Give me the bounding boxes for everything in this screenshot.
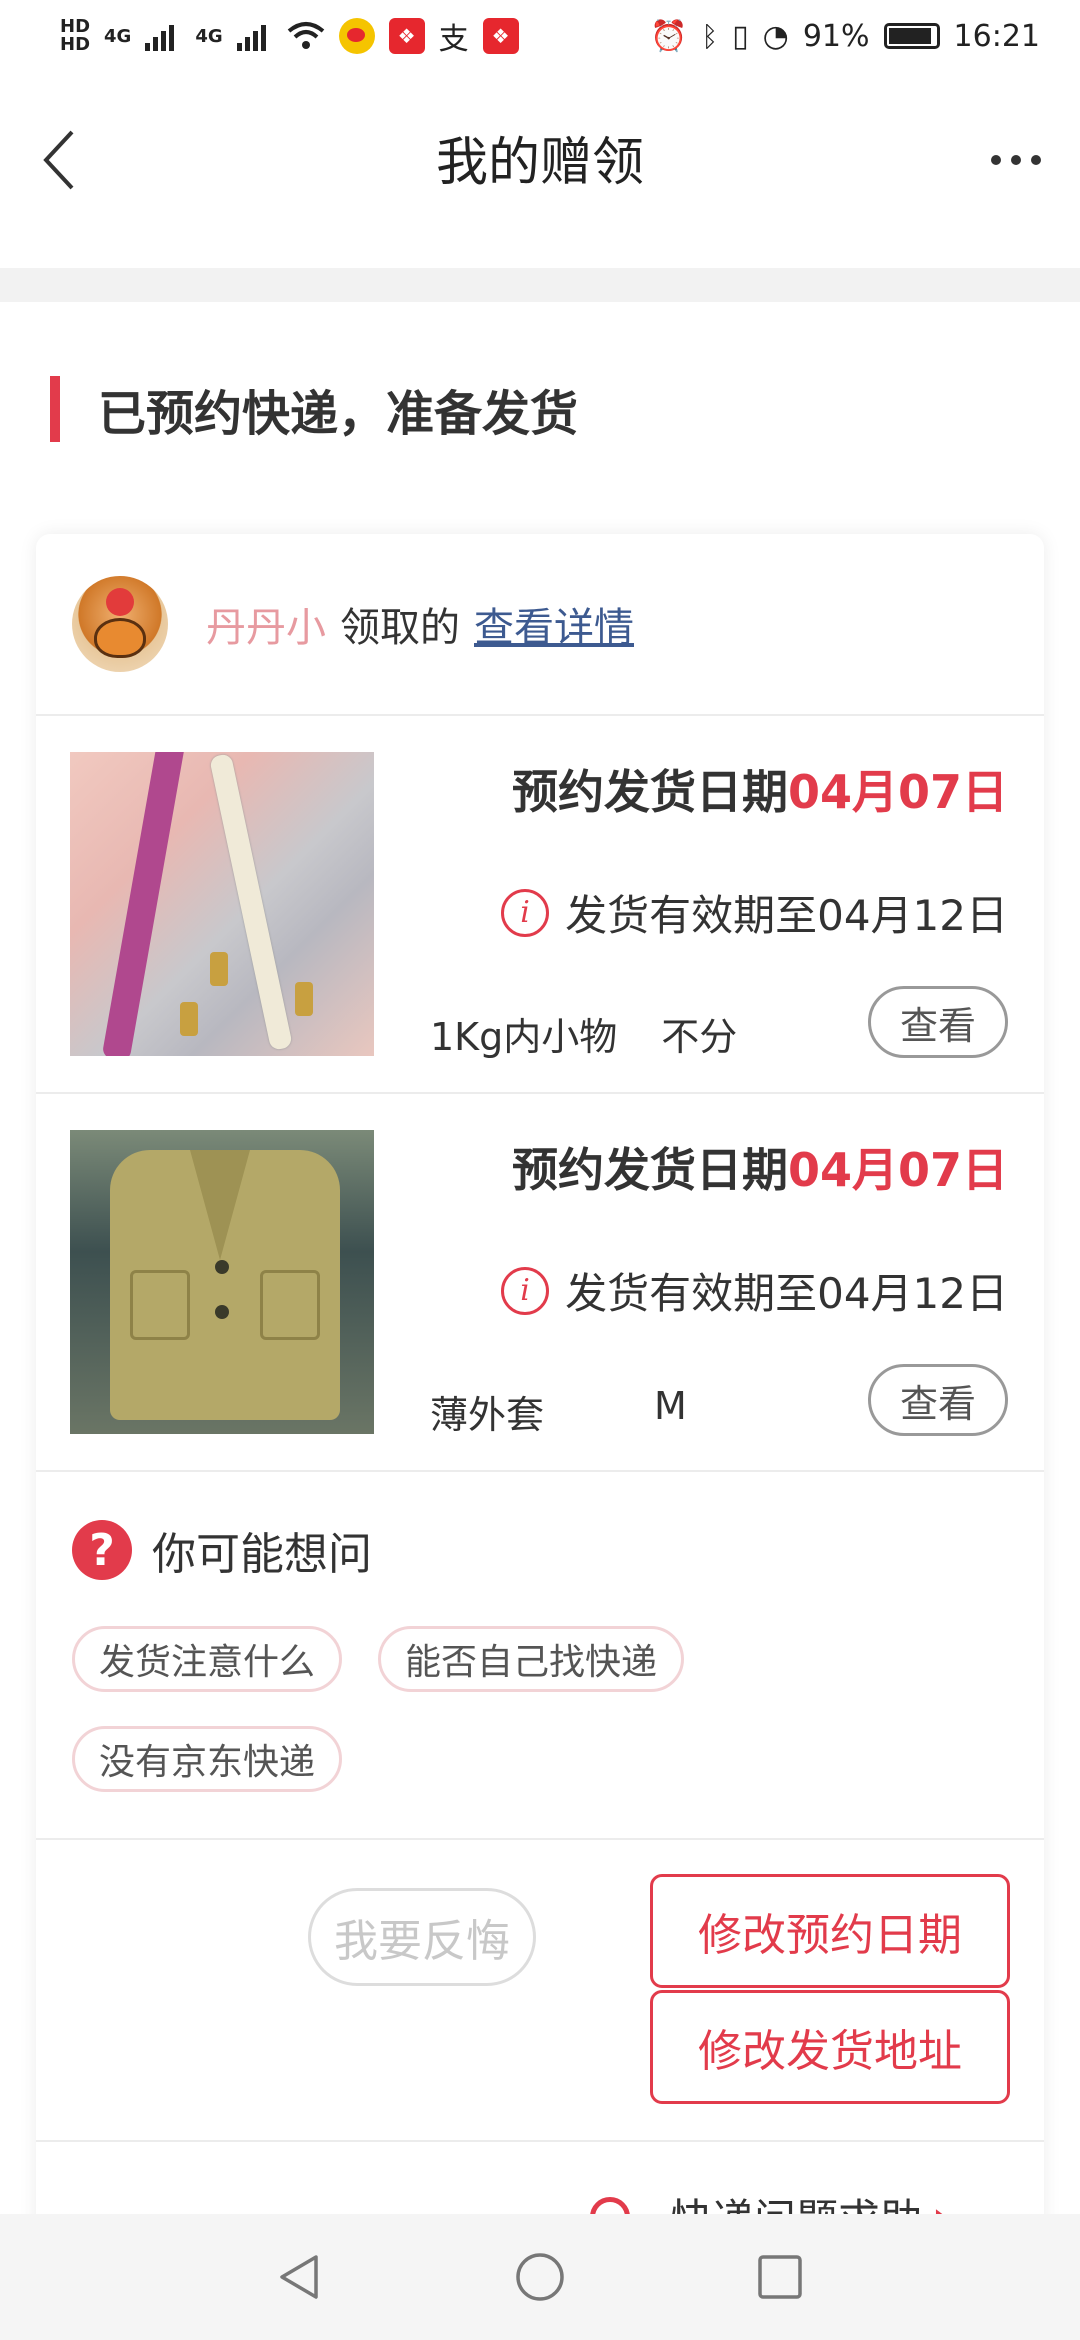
nav-back-button[interactable] [270,2247,330,2307]
info-icon: i [501,888,550,937]
square-recents-icon [758,2255,802,2299]
item-size: 不分 [661,1015,738,1059]
avatar-tiger [94,618,146,658]
ship-date-value: 04月07日 [787,765,1008,819]
ship-date-label: 预约发货日期 [511,1143,788,1197]
app-notification-icon: ❖ [388,18,425,54]
battery-icon [883,23,940,49]
network-labels: HD HD [60,18,90,54]
section-gap [0,268,1080,302]
item-specs: 薄外套 M [430,1384,687,1439]
photo-coat-button [215,1260,229,1274]
validity-text: 发货有效期至04月12日 [565,1269,1008,1318]
app-notification-icon: ❖ [482,18,519,54]
view-button[interactable]: 查看 [868,1364,1008,1436]
more-dot-icon [1011,155,1021,165]
section-title: 已预约快递，准备发货 [98,386,579,442]
faq-title: 你可能想问 [152,1529,372,1580]
weibo-icon [338,18,375,54]
question-icon: ? [72,1520,132,1580]
vibrate-icon: ▯ [732,18,749,54]
faq-header: ? 你可能想问 [72,1518,372,1582]
divider [36,2140,1044,2142]
validity-text: 发货有效期至04月12日 [565,891,1008,940]
battery-percent: 91% [802,18,870,54]
change-address-button[interactable]: 修改发货地址 [650,1990,1010,2104]
nav-recents-button[interactable] [750,2247,810,2307]
ship-date-line: 预约发货日期04月07日 [512,1134,1008,1200]
status-bar: HD HD 4G 4G ❖ 支 ❖ ⏰ ᛒ ▯ ◔ 91% 16:21 [0,0,1080,72]
status-bar-left: HD HD 4G 4G ❖ 支 ❖ [60,14,519,58]
view-details-link[interactable]: 查看详情 [474,595,634,653]
signal-1-label: 4G [104,25,132,47]
change-date-button[interactable]: 修改预约日期 [650,1874,1010,1988]
avatar[interactable] [72,576,168,672]
photo-coat-pocket [130,1270,190,1340]
nav-home-button[interactable] [510,2247,570,2307]
photo-clasp [180,1002,198,1036]
clock: 16:21 [953,18,1040,54]
faq-tag[interactable]: 没有京东快递 [72,1726,343,1792]
signal-icon [145,25,175,51]
ship-date-line: 预约发货日期04月07日 [512,756,1008,822]
triangle-back-icon [280,2255,318,2299]
photo-clasp [210,952,228,986]
alipay-icon: 支 [438,22,469,57]
section-accent-bar [50,376,60,442]
receiver-row: 丹丹小 领取的 查看详情 [36,534,1044,714]
ship-date-value: 04月07日 [787,1143,1008,1197]
bluetooth-icon: ᛒ [701,19,719,53]
status-bar-right: ⏰ ᛒ ▯ ◔ 91% 16:21 [650,19,1040,54]
item-category: 1Kg内小物 [430,1015,618,1059]
view-button[interactable]: 查看 [868,986,1008,1058]
receiver-action-label: 领取的 [340,605,460,651]
photo-strap-white [209,752,293,1052]
item-photo[interactable] [70,752,374,1056]
item-size: M [654,1384,687,1428]
item-photo[interactable] [70,1130,374,1434]
faq-tag[interactable]: 发货注意什么 [72,1626,343,1692]
more-options-button[interactable] [980,136,1052,184]
app-header: 我的赠领 [0,72,1080,268]
item-specs: 1Kg内小物 不分 [430,1006,737,1061]
gift-item: 预约发货日期04月07日 i 发货有效期至04月12日 薄外套 M 查看 [36,1094,1044,1470]
more-dot-icon [991,155,1001,165]
receiver-name[interactable]: 丹丹小 [206,595,326,653]
section-header: 已预约快递，准备发货 [50,374,578,444]
divider [36,1838,1044,1840]
item-category: 薄外套 [430,1393,545,1437]
wifi-icon [287,22,324,49]
ship-date-label: 预约发货日期 [511,765,788,819]
photo-strap-pink [101,752,187,1056]
data-saver-icon: ◔ [762,18,789,54]
info-icon: i [501,1266,550,1315]
regret-button[interactable]: 我要反悔 [308,1888,536,1986]
validity-line: i 发货有效期至04月12日 [501,1260,1008,1321]
page-title: 我的赠领 [435,133,644,193]
faq-tag[interactable]: 能否自己找快递 [378,1626,685,1692]
system-nav-bar [0,2214,1080,2340]
more-dot-icon [1031,155,1041,165]
faq-tag-list: 发货注意什么 能否自己找快递 没有京东快递 [72,1626,972,1792]
photo-coat-button [215,1305,229,1319]
photo-clasp [295,982,313,1016]
network-label-2: HD [60,34,91,55]
signal-icon [236,25,266,51]
validity-line: i 发货有效期至04月12日 [501,882,1008,943]
gift-item: 预约发货日期04月07日 i 发货有效期至04月12日 1Kg内小物 不分 查看 [36,716,1044,1092]
divider [36,1470,1044,1472]
photo-coat-pocket [260,1270,320,1340]
avatar-apple [106,588,134,616]
alarm-icon: ⏰ [649,18,688,54]
circle-home-icon [516,2253,564,2301]
signal-2-label: 4G [195,25,223,47]
